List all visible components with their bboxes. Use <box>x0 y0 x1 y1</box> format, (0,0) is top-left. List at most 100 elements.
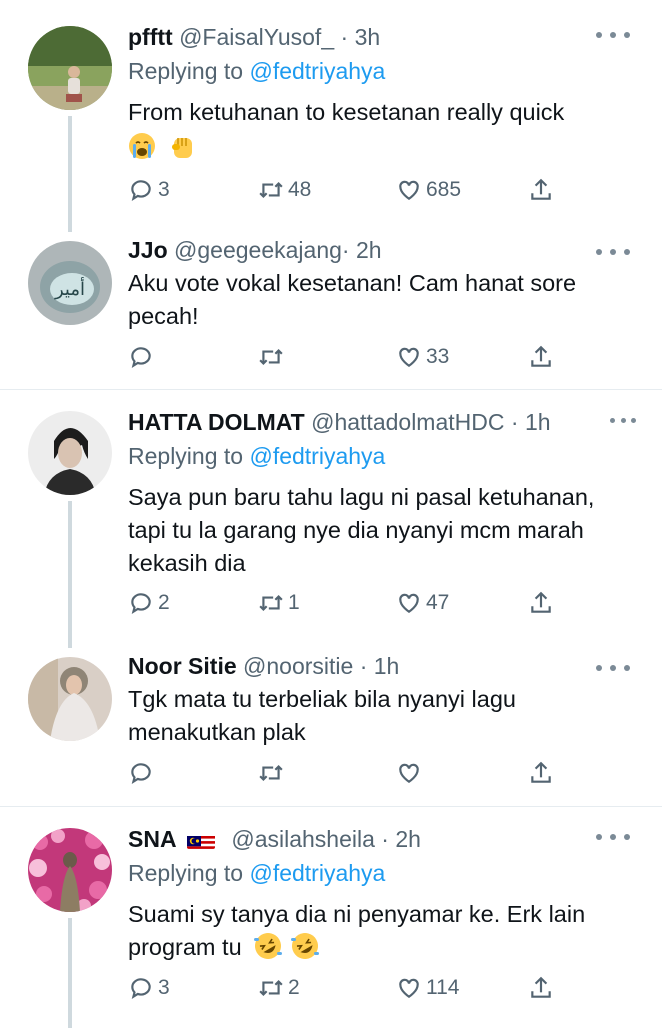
retweet-button[interactable]: 1 <box>258 585 300 621</box>
avatar-pfftt[interactable] <box>28 26 112 110</box>
tweet-2[interactable]: أمير JJo @geegeekajang· 2h Aku vote voka… <box>0 235 662 385</box>
timestamp[interactable]: 3h <box>355 24 381 50</box>
more-options-icon[interactable] <box>596 661 630 675</box>
heart-icon <box>399 180 419 200</box>
reply-button[interactable]: 3 <box>128 970 170 1006</box>
retweet-button[interactable]: 48 <box>258 172 311 208</box>
display-name[interactable]: Noor Sitie <box>128 653 237 679</box>
tweet-3[interactable]: HATTA DOLMAT @hattadolmatHDC · 1h Replyi… <box>0 405 662 648</box>
crying-face-icon <box>128 132 156 160</box>
tweet-text-line: Saya pun baru tahu lagu ni pasal ketuhan… <box>128 484 595 510</box>
heart-icon <box>399 763 419 783</box>
retweet-button[interactable]: 2 <box>258 970 300 1006</box>
more-options-icon[interactable] <box>596 28 630 42</box>
more-options-icon[interactable] <box>610 413 636 427</box>
tweet-actions: 2 1 47 <box>128 585 568 621</box>
like-button[interactable]: 114 <box>396 970 459 1006</box>
tweet-text: Aku vote vokal kesetanan! Cam hanat sore… <box>128 267 628 333</box>
share-icon <box>531 178 551 200</box>
tweet-5[interactable]: SNA @asilahsheila · 2h Replying to @fedt… <box>0 822 662 1028</box>
tweet-text-fragment: program tu <box>128 934 242 960</box>
tweet-actions: 3 2 114 <box>128 970 568 1006</box>
avatar-jjo[interactable]: أمير <box>28 241 112 325</box>
tweet-text-line: menakutkan plak <box>128 719 306 745</box>
share-icon <box>531 761 551 783</box>
reply-icon <box>131 347 151 369</box>
user-handle[interactable]: @asilahsheila <box>231 826 375 852</box>
separator-dot: · <box>381 826 389 852</box>
display-name[interactable]: SNA <box>128 826 177 852</box>
tweet-text-line: pecah! <box>128 303 199 329</box>
retweet-button[interactable] <box>258 755 288 791</box>
timestamp[interactable]: 2h <box>395 826 421 852</box>
display-name[interactable]: JJo <box>128 237 168 263</box>
tweet-header: Noor Sitie @noorsitie · 1h <box>128 651 582 681</box>
retweet-button[interactable] <box>258 339 288 375</box>
retweet-count: 2 <box>288 976 300 999</box>
replying-to: Replying to @fedtriyahya <box>128 858 385 888</box>
retweet-count: 1 <box>288 591 300 614</box>
avatar-sna[interactable] <box>28 828 112 912</box>
tweet-text: Saya pun baru tahu lagu ni pasal ketuhan… <box>128 481 628 580</box>
separator-dot: · <box>341 237 350 263</box>
reply-button[interactable]: 3 <box>128 172 170 208</box>
malaysia-flag-icon <box>186 831 215 849</box>
share-button[interactable] <box>528 585 554 621</box>
separator-dot: · <box>359 653 368 679</box>
share-button[interactable] <box>528 339 554 375</box>
reply-count: 2 <box>158 591 170 614</box>
share-button[interactable] <box>528 172 554 208</box>
like-count: 114 <box>426 976 460 999</box>
reply-icon <box>131 593 151 615</box>
user-handle[interactable]: @geegeekajang <box>174 237 342 263</box>
like-button[interactable]: 685 <box>396 172 461 208</box>
thread-line <box>68 501 72 648</box>
like-count: 685 <box>426 178 462 201</box>
display-name[interactable]: HATTA DOLMAT <box>128 409 305 435</box>
retweet-icon <box>259 348 283 366</box>
share-icon <box>531 591 551 613</box>
retweet-icon <box>259 764 283 782</box>
separator-dot: · <box>340 24 349 50</box>
timestamp[interactable]: 1h <box>374 653 400 679</box>
more-options-icon[interactable] <box>596 830 630 844</box>
user-handle[interactable]: @FaisalYusof_ <box>179 24 334 50</box>
timestamp[interactable]: 2h <box>356 237 382 263</box>
tweet-actions: 33 <box>128 339 568 375</box>
tweet-header: HATTA DOLMAT @hattadolmatHDC · 1h <box>128 407 628 437</box>
mention-link[interactable]: @fedtriyahya <box>249 860 385 886</box>
reply-count: 3 <box>158 178 170 201</box>
reply-button[interactable]: 2 <box>128 585 170 621</box>
tweet-text-line: Suami sy tanya dia ni penyamar ke. Erk l… <box>128 901 586 927</box>
heart-icon <box>399 347 419 367</box>
tweet-text-line: Tgk mata tu terbeliak bila nyanyi lagu <box>128 686 516 712</box>
avatar-noor-sitie[interactable] <box>28 657 112 741</box>
reply-button[interactable] <box>128 339 158 375</box>
tweet-4[interactable]: Noor Sitie @noorsitie · 1h Tgk mata tu t… <box>0 651 662 801</box>
mention-link[interactable]: @fedtriyahya <box>249 58 385 84</box>
share-button[interactable] <box>528 970 554 1006</box>
tweet-text-line: Aku vote vokal kesetanan! Cam hanat sore <box>128 270 577 296</box>
retweet-count: 48 <box>288 178 312 201</box>
more-options-icon[interactable] <box>596 245 630 259</box>
display-name[interactable]: pfftt <box>128 24 173 50</box>
avatar-hatta-dolmat[interactable] <box>28 411 112 495</box>
replying-to: Replying to @fedtriyahya <box>128 441 385 471</box>
tweet-1[interactable]: pfftt @FaisalYusof_ · 3h Replying to @fe… <box>0 20 662 232</box>
thread-line <box>68 116 72 232</box>
user-handle[interactable]: @noorsitie <box>243 653 353 679</box>
avatar-script: أمير <box>54 277 85 300</box>
replying-prefix: Replying to <box>128 860 244 886</box>
like-button[interactable] <box>396 755 426 791</box>
like-button[interactable]: 47 <box>396 585 449 621</box>
mention-link[interactable]: @fedtriyahya <box>249 443 385 469</box>
share-button[interactable] <box>528 755 554 791</box>
timestamp[interactable]: 1h <box>525 409 551 435</box>
user-handle[interactable]: @hattadolmatHDC <box>311 409 504 435</box>
tweet-divider <box>0 389 662 390</box>
tweet-text-line: From ketuhanan to kesetanan really quick <box>128 99 565 125</box>
reply-icon <box>131 978 151 1000</box>
share-icon <box>531 976 551 998</box>
like-button[interactable]: 33 <box>396 339 449 375</box>
reply-button[interactable] <box>128 755 158 791</box>
